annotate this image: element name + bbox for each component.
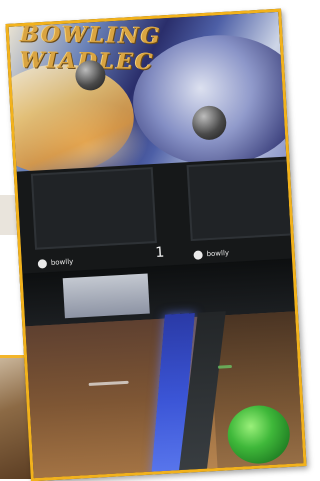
brand-logo-icon xyxy=(37,258,48,269)
brand-label: bowlly xyxy=(50,257,74,267)
lane-left xyxy=(25,318,175,481)
score-monitor-left xyxy=(30,167,157,250)
brand-logo-icon xyxy=(193,249,203,260)
score-monitor-right xyxy=(186,159,295,242)
mural-title: BOWLING WIADLEC xyxy=(20,21,162,75)
brand-badge-right: bowlly xyxy=(193,247,229,261)
brand-label: bowlly xyxy=(206,248,230,259)
lane-number: 1 xyxy=(155,244,165,262)
bowling-photo: BOWLING WIADLEC bowlly 1 bowlly xyxy=(5,8,307,481)
brand-badge-left: bowlly xyxy=(37,256,74,270)
pin-deck-light xyxy=(62,273,150,319)
